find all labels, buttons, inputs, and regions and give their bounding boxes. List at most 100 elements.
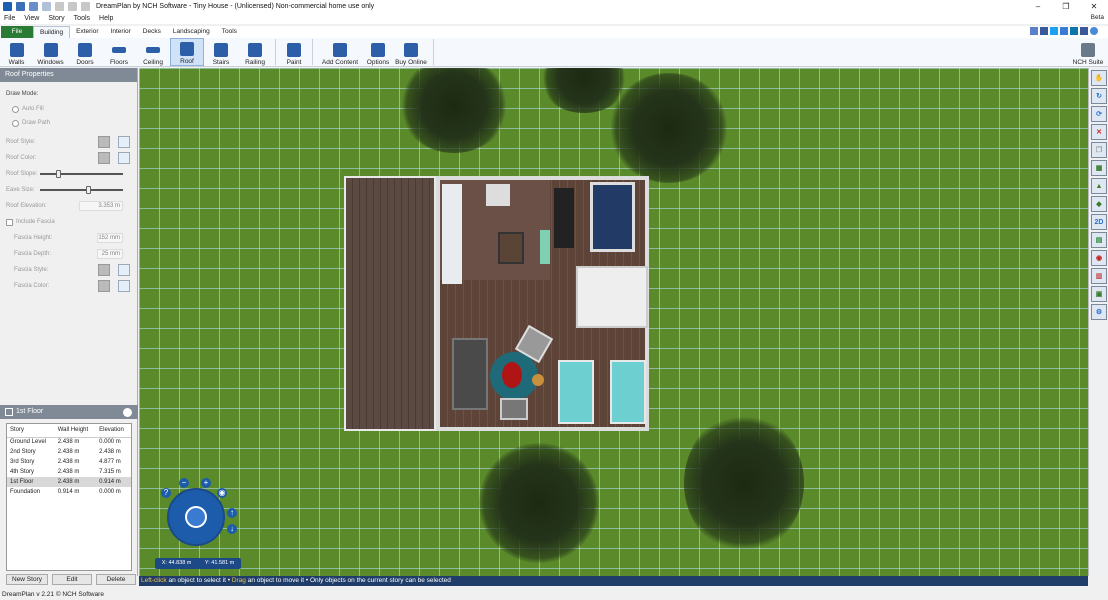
bathroom[interactable] xyxy=(576,266,648,328)
side-table[interactable] xyxy=(532,374,544,386)
bunk-bed-left[interactable] xyxy=(558,360,594,424)
fascia-depth-field[interactable]: 25 mm xyxy=(97,249,123,259)
roof-slope-slider[interactable] xyxy=(40,170,123,178)
navigation-wheel[interactable] xyxy=(167,488,225,546)
auto-fill-radio[interactable]: Auto Fill xyxy=(6,102,131,116)
menu-help[interactable]: Help xyxy=(99,15,113,22)
camera-view-icon[interactable]: ▣ xyxy=(1091,286,1107,302)
ottoman[interactable] xyxy=(502,362,522,388)
slider-knob[interactable] xyxy=(56,170,61,178)
close-button[interactable]: ✕ xyxy=(1080,0,1108,13)
fascia-style-swatch[interactable] xyxy=(98,264,110,276)
roof-elevation-field[interactable]: 3.353 m xyxy=(79,201,123,211)
center-compass[interactable] xyxy=(185,506,207,528)
tiny-house-model[interactable] xyxy=(344,176,649,431)
paint-button[interactable]: Paint xyxy=(279,38,309,66)
table-row[interactable]: 3rd Story 2.438 m 4.877 m xyxy=(7,457,131,467)
rotate-icon[interactable]: ⟳ xyxy=(1091,106,1107,122)
menu-story[interactable]: Story xyxy=(48,15,64,22)
table-row[interactable]: 4th Story 2.438 m 7.315 m xyxy=(7,467,131,477)
fascia-color-swatch[interactable] xyxy=(98,280,110,292)
sofa[interactable] xyxy=(452,338,488,410)
roof-style-swatch[interactable] xyxy=(98,136,110,148)
table-row[interactable]: Foundation 0.914 m 0.000 m xyxy=(7,487,131,497)
redo-icon[interactable] xyxy=(42,2,51,11)
eyedropper-icon[interactable] xyxy=(118,280,130,292)
table-row[interactable]: 2nd Story 2.438 m 2.438 m xyxy=(7,447,131,457)
grid-icon[interactable]: ▤ xyxy=(1091,232,1107,248)
stove[interactable] xyxy=(486,184,510,206)
orbit-icon[interactable]: ↻ xyxy=(1091,88,1107,104)
thumbs-up-icon[interactable] xyxy=(1030,27,1038,35)
delete-icon[interactable]: ✕ xyxy=(1091,124,1107,140)
settings-icon[interactable]: ⚙ xyxy=(1091,304,1107,320)
view-2d-icon[interactable]: 2D xyxy=(1091,214,1107,230)
house-interior[interactable] xyxy=(436,176,649,431)
tab-landscaping[interactable]: Landscaping xyxy=(167,26,216,38)
help-icon[interactable] xyxy=(1090,27,1098,35)
linkedin-icon[interactable] xyxy=(1070,27,1078,35)
terrain-icon[interactable]: ▲ xyxy=(1091,178,1107,194)
zoom-in-icon[interactable]: + xyxy=(201,478,211,488)
maximize-button[interactable]: ❐ xyxy=(1052,0,1080,13)
zoom-out-icon[interactable]: − xyxy=(179,478,189,488)
collapse-circle-icon[interactable] xyxy=(123,407,132,417)
twitter-icon[interactable] xyxy=(1050,27,1058,35)
partition-wall[interactable] xyxy=(554,188,574,248)
tab-interior[interactable]: Interior xyxy=(105,26,137,38)
copy-icon[interactable] xyxy=(68,2,77,11)
floorplan-icon[interactable]: ▥ xyxy=(1091,268,1107,284)
roof-button[interactable]: Roof xyxy=(170,38,204,66)
bed[interactable] xyxy=(590,182,635,252)
options-button[interactable]: Options xyxy=(364,38,392,66)
tab-decks[interactable]: Decks xyxy=(137,26,167,38)
windows-button[interactable]: Windows xyxy=(33,38,68,66)
buy-online-button[interactable]: Buy Online xyxy=(392,38,430,66)
draw-path-radio[interactable]: Draw Path xyxy=(6,116,131,130)
railing-button[interactable]: Railing xyxy=(238,38,272,66)
tab-exterior[interactable]: Exterior xyxy=(70,26,104,38)
edit-story-button[interactable]: Edit xyxy=(52,574,92,585)
stairs-button[interactable]: Stairs xyxy=(204,38,238,66)
bunk-bed-right[interactable] xyxy=(610,360,646,424)
eyedropper-icon[interactable] xyxy=(118,152,130,164)
share-icon[interactable] xyxy=(1060,27,1068,35)
layer-icon[interactable]: ▦ xyxy=(1091,160,1107,176)
deck[interactable] xyxy=(344,176,436,431)
ceiling-button[interactable]: Ceiling xyxy=(136,38,170,66)
minimize-button[interactable]: – xyxy=(1024,0,1052,13)
nch-suite-button[interactable]: NCH Suite xyxy=(1070,38,1106,66)
3d-viewport[interactable]: ? − + ◉ ↑ ↓ X: 44.838 m Y: 41.581 m xyxy=(139,68,1088,576)
collapse-icon[interactable] xyxy=(5,408,13,416)
paste-icon[interactable] xyxy=(81,2,90,11)
landscape-icon[interactable]: ◆ xyxy=(1091,196,1107,212)
menu-dropdown-icon[interactable] xyxy=(1080,27,1088,35)
dining-table[interactable] xyxy=(498,232,524,264)
save-icon[interactable] xyxy=(16,2,25,11)
table-row[interactable]: Ground Level 2.438 m 0.000 m xyxy=(7,437,131,447)
add-content-button[interactable]: Add Content xyxy=(316,38,364,66)
undo-icon[interactable] xyxy=(29,2,38,11)
menu-view[interactable]: View xyxy=(24,15,39,22)
tab-building[interactable]: Building xyxy=(33,26,71,38)
eyedropper-icon[interactable] xyxy=(118,264,130,276)
tab-tools[interactable]: Tools xyxy=(216,26,243,38)
eyedropper-icon[interactable] xyxy=(118,136,130,148)
slider-knob[interactable] xyxy=(86,186,91,194)
cut-icon[interactable] xyxy=(55,2,64,11)
floors-button[interactable]: Floors xyxy=(102,38,136,66)
tab-file[interactable]: File xyxy=(1,26,33,38)
eave-size-slider[interactable] xyxy=(40,186,123,194)
facebook-icon[interactable] xyxy=(1040,27,1048,35)
move-down-icon[interactable]: ↓ xyxy=(227,524,237,534)
kitchen-counter[interactable] xyxy=(442,184,462,284)
menu-tools[interactable]: Tools xyxy=(74,15,90,22)
doors-button[interactable]: Doors xyxy=(68,38,102,66)
camera-icon[interactable]: ◉ xyxy=(217,488,227,498)
delete-story-button[interactable]: Delete xyxy=(96,574,136,585)
table-row[interactable]: 1st Floor 2.438 m 0.914 m xyxy=(7,477,131,487)
chair[interactable] xyxy=(500,398,528,420)
help-nav-icon[interactable]: ? xyxy=(161,488,171,498)
roof-color-swatch[interactable] xyxy=(98,152,110,164)
menu-file[interactable]: File xyxy=(4,15,15,22)
